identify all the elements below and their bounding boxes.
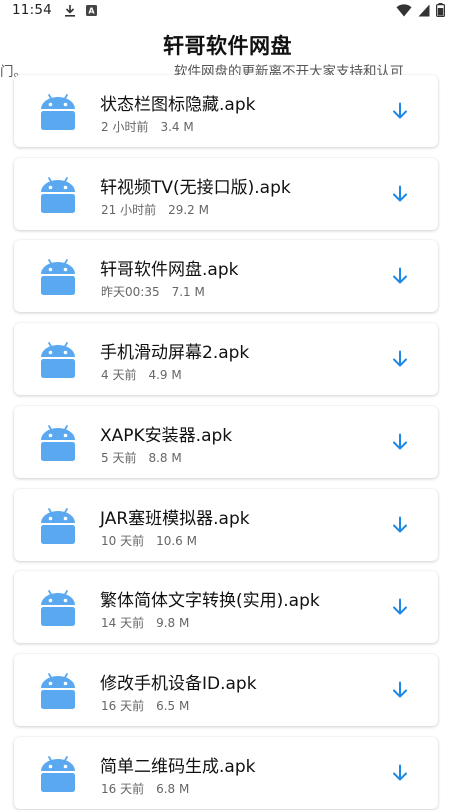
- battery-icon: [436, 3, 445, 17]
- arrow-down-icon: [393, 516, 407, 533]
- file-time: 4 天前: [101, 368, 137, 382]
- android-icon: [38, 587, 78, 627]
- download-button[interactable]: [388, 264, 412, 288]
- arrow-down-icon: [393, 598, 407, 615]
- arrow-down-icon: [393, 764, 407, 781]
- arrow-down-icon: [393, 350, 407, 367]
- file-meta: 14 天前 9.8 M: [101, 614, 189, 631]
- status-time: 11:54: [12, 2, 52, 18]
- file-name: 繁体简体文字转换(实用).apk: [100, 591, 320, 611]
- file-size: 29.2 M: [168, 203, 209, 217]
- file-name: 简单二维码生成.apk: [100, 757, 256, 777]
- arrow-down-icon: [393, 681, 407, 698]
- file-meta: 10 天前 10.6 M: [101, 532, 197, 549]
- list-item[interactable]: XAPK安装器.apk 5 天前 8.8 M: [14, 406, 438, 478]
- android-icon: [38, 753, 78, 793]
- signal-icon: [418, 4, 430, 17]
- arrow-down-icon: [393, 185, 407, 202]
- download-button[interactable]: [388, 182, 412, 206]
- file-name: 修改手机设备ID.apk: [100, 674, 257, 694]
- list-item[interactable]: 手机滑动屏幕2.apk 4 天前 4.9 M: [14, 323, 438, 395]
- android-icon: [38, 422, 78, 462]
- file-time: 14 天前: [101, 616, 145, 630]
- page-title: 轩哥软件网盘: [163, 34, 292, 58]
- file-meta: 5 天前 8.8 M: [101, 449, 182, 466]
- arrow-down-icon: [393, 102, 407, 119]
- file-meta: 21 小时前 29.2 M: [101, 201, 209, 218]
- list-item[interactable]: 修改手机设备ID.apk 16 天前 6.5 M: [14, 654, 438, 726]
- file-time: 10 天前: [101, 534, 145, 548]
- arrow-down-icon: [393, 433, 407, 450]
- wifi-icon: [396, 3, 412, 17]
- file-time: 2 小时前: [101, 120, 149, 134]
- a-badge-icon: A: [85, 4, 97, 16]
- file-name: 状态栏图标隐藏.apk: [100, 95, 256, 115]
- list-item[interactable]: 轩哥软件网盘.apk 昨天00:35 7.1 M: [14, 240, 438, 312]
- list-item[interactable]: 轩视频TV(无接口版).apk 21 小时前 29.2 M: [14, 158, 438, 230]
- file-name: 轩哥软件网盘.apk: [100, 260, 239, 280]
- list-item[interactable]: 状态栏图标隐藏.apk 2 小时前 3.4 M: [14, 75, 438, 147]
- file-name: 手机滑动屏幕2.apk: [100, 343, 250, 363]
- file-time: 16 天前: [101, 782, 145, 796]
- download-button[interactable]: [388, 99, 412, 123]
- list-item[interactable]: 繁体简体文字转换(实用).apk 14 天前 9.8 M: [14, 571, 438, 643]
- file-time: 21 小时前: [101, 203, 157, 217]
- download-button[interactable]: [388, 678, 412, 702]
- android-icon: [38, 670, 78, 710]
- list-item[interactable]: JAR塞班模拟器.apk 10 天前 10.6 M: [14, 489, 438, 561]
- file-size: 8.8 M: [148, 451, 182, 465]
- file-meta: 16 天前 6.8 M: [101, 780, 189, 797]
- download-icon: [64, 4, 76, 17]
- file-size: 10.6 M: [156, 534, 197, 548]
- download-button[interactable]: [388, 595, 412, 619]
- download-button[interactable]: [388, 513, 412, 537]
- file-size: 4.9 M: [148, 368, 182, 382]
- file-meta: 昨天00:35 7.1 M: [101, 283, 205, 300]
- file-size: 6.8 M: [156, 782, 190, 796]
- file-name: JAR塞班模拟器.apk: [100, 509, 250, 529]
- file-time: 昨天00:35: [101, 285, 160, 299]
- file-size: 6.5 M: [156, 699, 190, 713]
- download-button[interactable]: [388, 347, 412, 371]
- file-name: XAPK安装器.apk: [100, 426, 233, 446]
- android-icon: [38, 339, 78, 379]
- status-bar: 11:54 A: [0, 0, 455, 20]
- arrow-down-icon: [393, 267, 407, 284]
- android-icon: [38, 256, 78, 296]
- download-button[interactable]: [388, 430, 412, 454]
- file-size: 7.1 M: [171, 285, 205, 299]
- android-icon: [38, 174, 78, 214]
- file-meta: 4 天前 4.9 M: [101, 366, 182, 383]
- android-icon: [38, 505, 78, 545]
- file-size: 3.4 M: [160, 120, 194, 134]
- file-time: 16 天前: [101, 699, 145, 713]
- svg-text:A: A: [88, 6, 95, 15]
- list-item[interactable]: 简单二维码生成.apk 16 天前 6.8 M: [14, 737, 438, 809]
- file-size: 9.8 M: [156, 616, 190, 630]
- file-name: 轩视频TV(无接口版).apk: [100, 178, 291, 198]
- android-icon: [38, 91, 78, 131]
- download-button[interactable]: [388, 761, 412, 785]
- file-meta: 2 小时前 3.4 M: [101, 118, 194, 135]
- file-meta: 16 天前 6.5 M: [101, 697, 189, 714]
- file-time: 5 天前: [101, 451, 137, 465]
